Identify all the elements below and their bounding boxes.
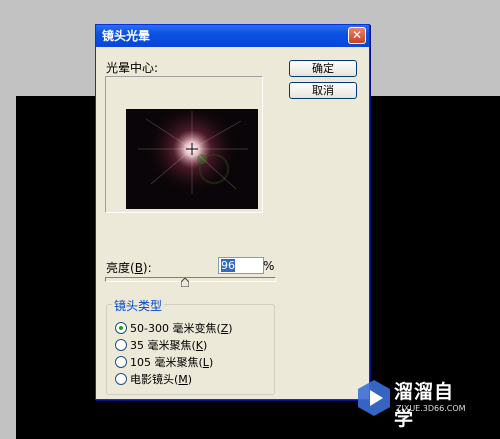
brightness-label-key: B bbox=[134, 261, 143, 275]
watermark-url: ZIXUE.3D66.COM bbox=[396, 404, 466, 413]
lens-option-movie[interactable]: 电影镜头(M) bbox=[115, 372, 192, 388]
close-icon: ✕ bbox=[351, 28, 363, 42]
watermark: 溜溜自学 ZIXUE.3D66.COM bbox=[354, 374, 472, 430]
lens-option-35[interactable]: 35 毫米聚焦(K) bbox=[115, 338, 207, 354]
lens-option-suffix: ) bbox=[203, 339, 208, 352]
flare-preview-image[interactable] bbox=[126, 109, 258, 209]
brightness-label-prefix: 亮度( bbox=[106, 261, 135, 275]
flare-preview-svg bbox=[126, 109, 258, 209]
play-logo-icon bbox=[358, 380, 390, 416]
lens-flare-dialog: 镜头光晕 ✕ 光晕中心: 确定 取消 亮度(B): 96 % 镜头类型 50-3… bbox=[95, 24, 370, 400]
lens-option-label: 35 毫米聚焦( bbox=[130, 339, 196, 352]
flare-spot bbox=[197, 154, 207, 164]
brightness-label-suffix: ): bbox=[142, 261, 152, 275]
lens-option-key: M bbox=[178, 373, 188, 386]
dialog-title: 镜头光晕 bbox=[102, 29, 151, 43]
lens-option-suffix: ) bbox=[208, 356, 214, 369]
radio-icon[interactable] bbox=[115, 339, 127, 351]
ok-button[interactable]: 确定 bbox=[289, 60, 357, 77]
lens-option-105[interactable]: 105 毫米聚焦(L) bbox=[115, 355, 213, 371]
radio-icon[interactable] bbox=[115, 373, 127, 385]
radio-icon[interactable] bbox=[115, 356, 127, 368]
lens-type-label: 镜头类型 bbox=[112, 297, 165, 314]
lens-option-label: 电影镜头( bbox=[130, 373, 179, 386]
flare-center-label: 光晕中心: bbox=[106, 61, 159, 75]
lens-option-label: 105 毫米聚焦( bbox=[130, 356, 203, 369]
brightness-unit: % bbox=[263, 259, 275, 273]
lens-option-suffix: ) bbox=[187, 373, 193, 386]
brightness-label: 亮度(B): bbox=[106, 259, 152, 276]
lens-option-label: 50-300 毫米变焦( bbox=[130, 322, 221, 335]
brightness-slider[interactable] bbox=[105, 277, 276, 282]
close-button[interactable]: ✕ bbox=[348, 27, 366, 44]
slider-thumb-icon[interactable] bbox=[181, 278, 189, 287]
lens-option-key: K bbox=[195, 339, 204, 352]
flare-preview-frame bbox=[105, 76, 263, 213]
lens-option-50-300[interactable]: 50-300 毫米变焦(Z) bbox=[115, 321, 233, 337]
brightness-value: 96 bbox=[221, 259, 235, 272]
radio-selected-icon[interactable] bbox=[115, 322, 127, 334]
brightness-input[interactable]: 96 bbox=[218, 257, 264, 274]
dialog-titlebar[interactable]: 镜头光晕 ✕ bbox=[96, 25, 369, 47]
lens-option-suffix: ) bbox=[228, 322, 233, 335]
cancel-button[interactable]: 取消 bbox=[289, 82, 357, 99]
